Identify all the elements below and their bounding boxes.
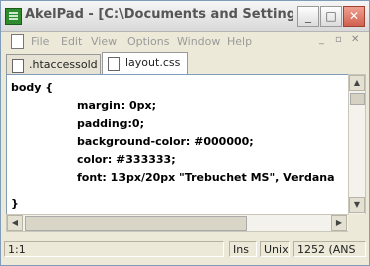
tab-strip: .htaccessold layout.css	[1, 52, 369, 75]
status-codepage[interactable]: 1252 (ANS	[293, 241, 366, 257]
status-cursor-position: 1:1	[4, 241, 224, 257]
minimize-button[interactable]: _	[297, 6, 319, 27]
horizontal-scroll-thumb[interactable]	[25, 216, 247, 231]
menu-edit[interactable]: Edit	[61, 35, 82, 48]
code-line: font: 13px/20px "Trebuchet MS", Verdana	[77, 171, 335, 184]
tab-htaccessold[interactable]: .htaccessold	[6, 54, 101, 75]
code-line: background-color: #000000;	[77, 135, 254, 148]
scroll-corner	[348, 214, 366, 232]
code-line: }	[11, 197, 19, 210]
status-insert-mode[interactable]: Ins	[229, 241, 257, 257]
menu-window[interactable]: Window	[177, 35, 220, 48]
menu-bar: File Edit View Options Window Help	[1, 32, 369, 52]
document-icon[interactable]	[11, 34, 24, 49]
status-line-ending[interactable]: Unix	[260, 241, 290, 257]
tab-layout-css[interactable]: layout.css	[102, 52, 188, 75]
tab-label: .htaccessold	[29, 58, 98, 71]
vertical-scrollbar[interactable]: ▲ ▼	[348, 74, 366, 216]
close-button[interactable]: ✕	[343, 6, 365, 27]
menu-help[interactable]: Help	[227, 35, 252, 48]
window-title: AkelPad - [C:\Documents and Settings\...	[25, 7, 293, 22]
akelpad-app-icon[interactable]	[5, 8, 22, 25]
file-icon	[108, 57, 120, 71]
horizontal-scrollbar[interactable]: ◀ ▶	[6, 214, 350, 232]
text-editor[interactable]: body { margin: 0px; padding:0; backgroun…	[6, 74, 350, 216]
scroll-up-arrow-icon[interactable]: ▲	[349, 75, 365, 91]
title-bar[interactable]: AkelPad - [C:\Documents and Settings\...…	[1, 1, 369, 32]
scroll-right-arrow-icon[interactable]: ▶	[331, 215, 347, 231]
menu-view[interactable]: View	[91, 35, 117, 48]
mdi-restore-button[interactable]: ▫	[335, 34, 342, 45]
scroll-down-arrow-icon[interactable]: ▼	[349, 197, 365, 213]
menu-options[interactable]: Options	[127, 35, 169, 48]
mdi-close-button[interactable]: ✕	[351, 34, 359, 45]
menu-file[interactable]: File	[31, 35, 49, 48]
mdi-minimize-button[interactable]: _	[319, 34, 324, 45]
code-line: padding:0;	[77, 117, 144, 130]
akelpad-window: AkelPad - [C:\Documents and Settings\...…	[0, 0, 370, 266]
code-line: color: #333333;	[77, 153, 176, 166]
tab-label: layout.css	[125, 56, 181, 69]
status-bar: 1:1 Ins Unix 1252 (ANS	[1, 239, 369, 259]
code-line: margin: 0px;	[77, 99, 157, 112]
vertical-scroll-thumb[interactable]	[350, 93, 365, 105]
scroll-left-arrow-icon[interactable]: ◀	[7, 215, 23, 231]
code-line: body {	[11, 81, 54, 94]
file-icon	[12, 59, 24, 73]
maximize-button[interactable]: □	[320, 6, 342, 27]
